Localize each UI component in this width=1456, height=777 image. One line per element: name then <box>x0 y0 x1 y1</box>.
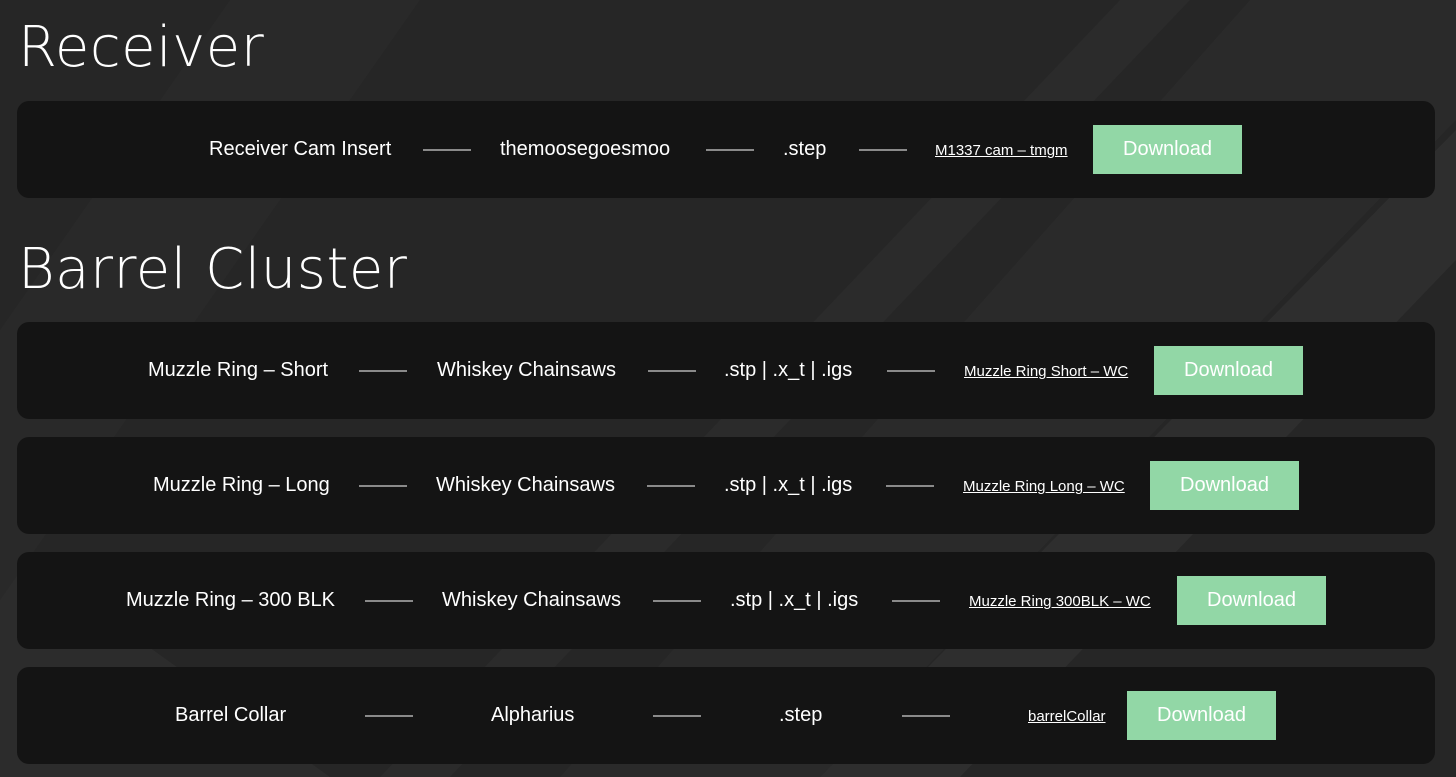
author-name: Whiskey Chainsaws <box>442 589 621 611</box>
separator <box>892 600 940 602</box>
separator <box>902 715 950 717</box>
section-title-receiver: Receiver <box>18 15 265 80</box>
author-name: Alpharius <box>491 704 575 726</box>
download-button[interactable]: Download <box>1154 346 1303 395</box>
file-link[interactable]: barrelCollar <box>1028 667 1106 764</box>
part-name: Muzzle Ring – Short <box>148 359 329 381</box>
file-row: Muzzle Ring – 300 BLK Whiskey Chainsaws … <box>17 552 1435 649</box>
author-name: Whiskey Chainsaws <box>437 359 616 381</box>
file-link[interactable]: M1337 cam – tmgm <box>935 101 1068 198</box>
separator <box>365 715 413 717</box>
section-title-barrel-cluster: Barrel Cluster <box>18 237 408 302</box>
separator <box>886 485 934 487</box>
download-button[interactable]: Download <box>1093 125 1242 174</box>
separator <box>653 715 701 717</box>
author-name: Whiskey Chainsaws <box>436 474 615 496</box>
separator <box>365 600 413 602</box>
file-format: .stp | .x_t | .igs <box>730 589 859 611</box>
download-button[interactable]: Download <box>1177 576 1326 625</box>
separator <box>706 149 754 151</box>
file-format: .step <box>783 138 827 160</box>
file-link[interactable]: Muzzle Ring Short – WC <box>964 322 1128 419</box>
separator <box>859 149 907 151</box>
file-row: Muzzle Ring – Long Whiskey Chainsaws .st… <box>17 437 1435 534</box>
file-row: Receiver Cam Insert themoosegoesmoo .ste… <box>17 101 1435 198</box>
author-name: themoosegoesmoo <box>500 138 671 160</box>
file-link[interactable]: Muzzle Ring Long – WC <box>963 437 1125 534</box>
file-row: Muzzle Ring – Short Whiskey Chainsaws .s… <box>17 322 1435 419</box>
file-row: Barrel Collar Alpharius .step barrelColl… <box>17 667 1435 764</box>
file-format: .stp | .x_t | .igs <box>724 474 853 496</box>
part-name: Muzzle Ring – 300 BLK <box>126 589 336 611</box>
separator <box>359 370 407 372</box>
separator <box>647 485 695 487</box>
separator <box>653 600 701 602</box>
file-format: .step <box>779 704 823 726</box>
separator <box>359 485 407 487</box>
part-name: Barrel Collar <box>175 704 287 726</box>
separator <box>648 370 696 372</box>
separator <box>423 149 471 151</box>
part-name: Muzzle Ring – Long <box>153 474 330 496</box>
download-button[interactable]: Download <box>1127 691 1276 740</box>
download-button[interactable]: Download <box>1150 461 1299 510</box>
part-name: Receiver Cam Insert <box>209 138 392 160</box>
file-link[interactable]: Muzzle Ring 300BLK – WC <box>969 552 1151 649</box>
separator <box>887 370 935 372</box>
file-format: .stp | .x_t | .igs <box>724 359 853 381</box>
